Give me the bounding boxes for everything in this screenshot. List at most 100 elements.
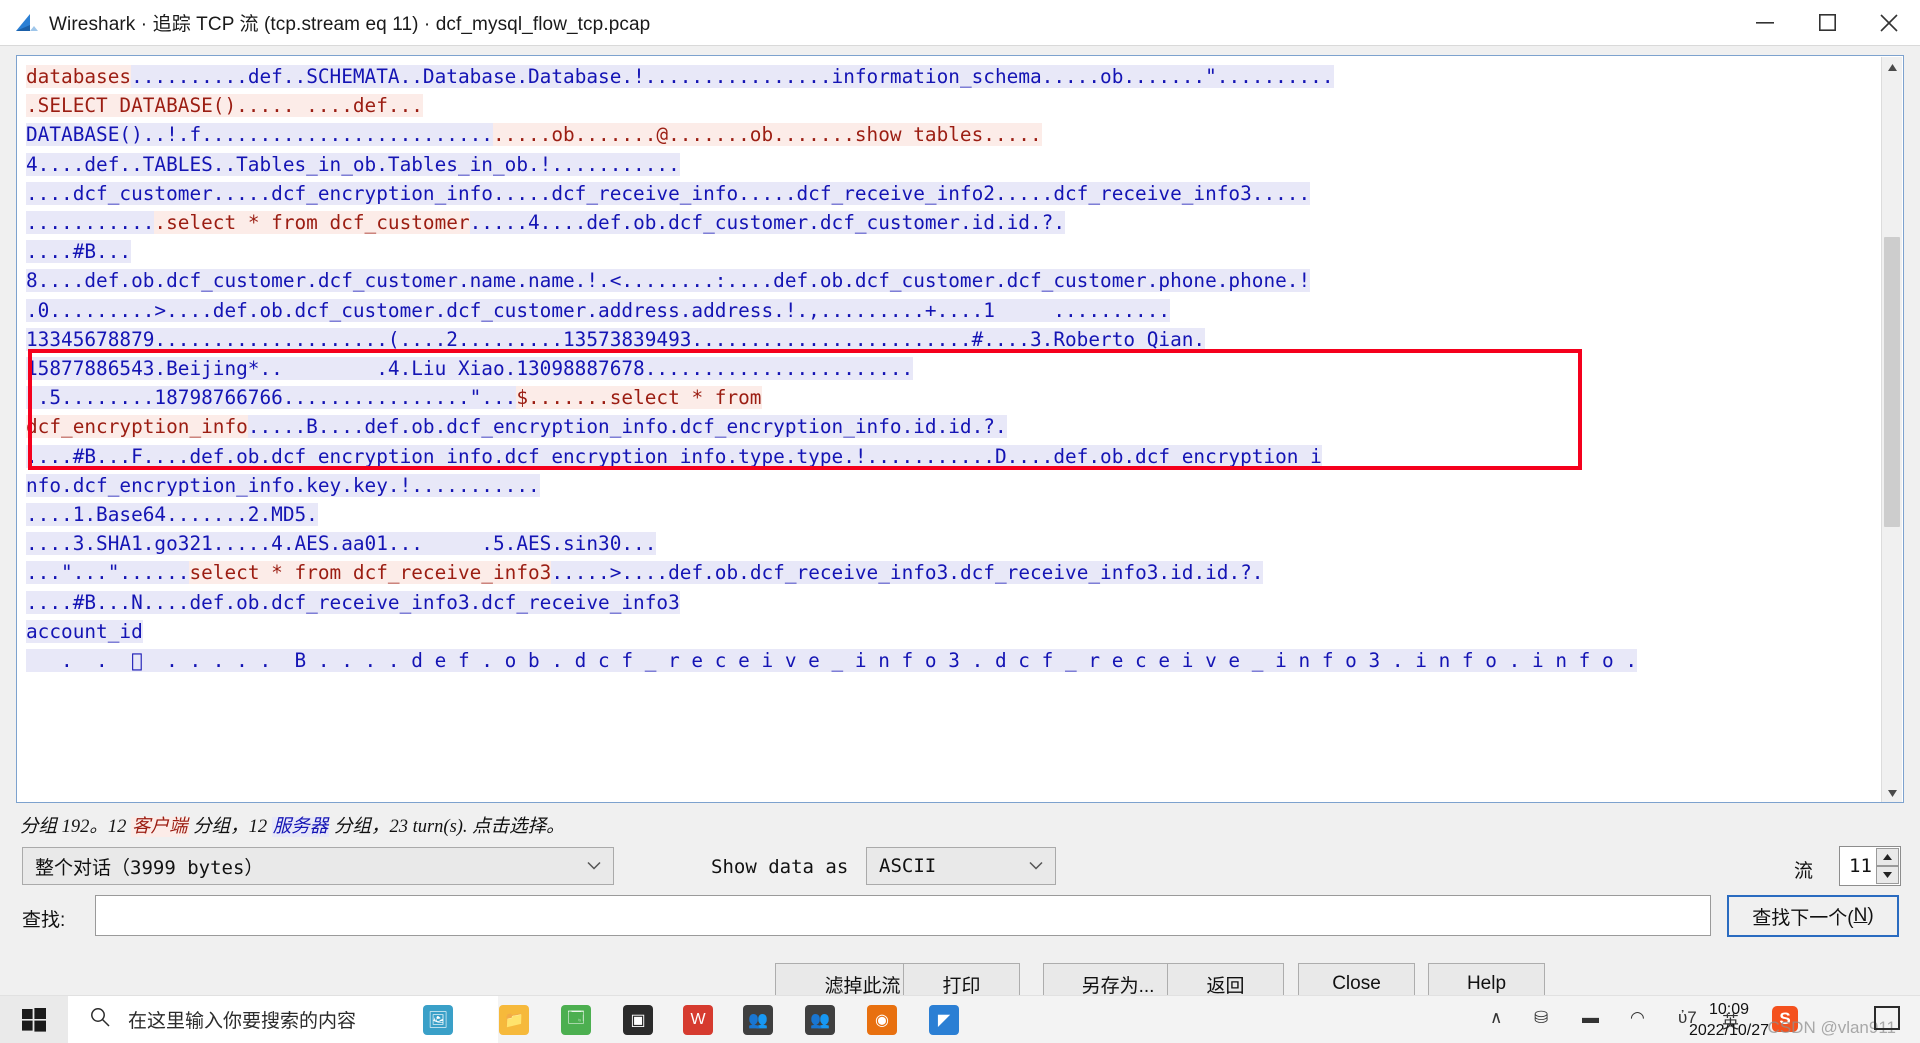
stream-line: ............select * from dcf_customer..… (26, 208, 1871, 237)
stream-line: ....3.SHA1.go321.....4.AES.aa01... .5.AE… (26, 529, 1871, 558)
stream-content-pane[interactable]: databases..........def..SCHEMATA..Databa… (16, 55, 1904, 803)
action-center-icon[interactable] (1874, 1006, 1900, 1030)
wps-icon[interactable]: W (672, 1000, 724, 1040)
stream-spinner-buttons (1876, 848, 1899, 884)
status-mid: 分组，12 (188, 817, 272, 837)
stream-pane-scrollbar[interactable] (1881, 57, 1902, 802)
stream-number-spinner[interactable]: 11 (1839, 846, 1901, 886)
terminal-icon[interactable]: ▣ (612, 1000, 664, 1040)
dialog-button-row: 滤掉此流 打印 另存为... 返回 Close Help (0, 963, 1920, 995)
users-icon[interactable]: 👥 (732, 1000, 784, 1040)
firefox-icon-glyph: ◉ (867, 1005, 897, 1035)
server-segment: 4....def..TABLES..Tables_in_ob.Tables_in… (26, 152, 680, 176)
client-segment: select * from dcf_receive_info3 (189, 561, 552, 585)
users2-icon-glyph: 👥 (805, 1005, 835, 1035)
terminal-icon-glyph: ▣ (623, 1005, 653, 1035)
stream-line: .SELECT DATABASE()..... ....def... (26, 91, 1871, 120)
find-row: 查找: 查找下一个(N) (0, 893, 1920, 943)
app-green-icon-glyph: 🗔 (561, 1005, 591, 1035)
windows-logo-icon[interactable] (0, 996, 68, 1043)
dialog-button[interactable]: 打印 (903, 963, 1020, 995)
stream-spinner-up-button[interactable] (1876, 848, 1899, 866)
server-segment: ....#B... (26, 240, 132, 264)
maximize-button[interactable] (1796, 0, 1858, 45)
show-hidden-icons-chevron[interactable]: ∧ (1490, 1008, 1502, 1028)
find-next-button[interactable]: 查找下一个(N) (1727, 895, 1899, 937)
conversation-select[interactable]: 整个对话（3999 bytes） (22, 847, 614, 885)
title-bar: Wireshark · 追踪 TCP 流 (tcp.stream eq 11) … (0, 0, 1920, 46)
plain-segment (423, 94, 680, 117)
server-segment: ....#B...N....def.ob.dcf_receive_info3.d… (26, 590, 680, 614)
wireshark-icon[interactable]: ◤ (918, 1000, 970, 1040)
stream-line: DATABASE()..!.f.........................… (26, 120, 1871, 149)
window-title: Wireshark · 追踪 TCP 流 (tcp.stream eq 11) … (49, 14, 651, 35)
stream-line: ....1.Base64.......2.MD5. (26, 500, 1871, 529)
app-green-icon[interactable]: 🗔 (550, 1000, 602, 1040)
server-segment: 13345678879....................(....2...… (26, 327, 1206, 351)
scroll-down-arrow-icon[interactable] (1882, 783, 1902, 802)
battery-icon[interactable]: ▬ (1582, 1008, 1599, 1028)
usb-device-icon[interactable]: ⛁ (1534, 1008, 1548, 1028)
stream-line: ....dcf_customer.....dcf_encryption_info… (26, 179, 1871, 208)
stream-line: ..."..."......select * from dcf_receive_… (26, 558, 1871, 587)
stream-line: databases..........def..SCHEMATA..Databa… (26, 62, 1871, 91)
status-suffix: 分组，23 turn(s). 点击选择。 (329, 817, 565, 837)
server-segment: ....1.Base64.......2.MD5. (26, 503, 318, 527)
show-data-as-label: Show data as (711, 856, 849, 878)
stream-status-text: 分组 192。12 客户端 分组，12 服务器 分组，23 turn(s). 点… (20, 812, 565, 838)
stream-spinner-down-button[interactable] (1876, 866, 1899, 884)
client-segment: .select * from dcf_customer (154, 211, 470, 235)
dialog-button[interactable]: Help (1428, 963, 1545, 995)
close-button[interactable] (1858, 0, 1920, 45)
client-segment: databases (26, 65, 132, 88)
stream-line: account_id (26, 617, 1871, 646)
server-segment: ..........def..SCHEMATA..Database.Databa… (131, 65, 1334, 88)
windows-taskbar: 在这里输入你要搜索的内容 🖼 📁 🗔 ▣ W 👥 👥 ◉ ◤ ∧ ⛁ ▬ ◠ ὐ7 英 S 10:09 20… (0, 995, 1920, 1043)
dialog-button[interactable]: 返回 (1167, 963, 1284, 995)
server-segment: 8....def.ob.dcf_customer.dcf_customer.na… (26, 269, 1311, 293)
stream-line: .0.........>....def.ob.dcf_customer.dcf_… (26, 296, 1871, 325)
stream-number-value: 11 (1849, 855, 1872, 877)
server-segment: ........... (26, 211, 155, 235)
server-segment: .0.........>....def.ob.dcf_customer.dcf_… (26, 298, 1171, 322)
server-segment: 15877886543.Beijing*.. .4.Liu Xiao.13098… (26, 357, 914, 381)
scrollbar-thumb[interactable] (1884, 237, 1900, 527)
users-icon-glyph: 👥 (743, 1005, 773, 1035)
users2-icon[interactable]: 👥 (794, 1000, 846, 1040)
taskbar-search-placeholder: 在这里输入你要搜索的内容 (128, 1011, 357, 1032)
server-segment: .....>....def.ob.dcf_receive_info3.dcf_r… (551, 561, 1264, 585)
minimize-button[interactable] (1734, 0, 1796, 45)
scroll-up-arrow-icon[interactable] (1882, 57, 1902, 77)
firefox-icon[interactable]: ◉ (856, 1000, 908, 1040)
chevron-down-icon (587, 859, 601, 874)
dialog-button[interactable]: Close (1298, 963, 1415, 995)
status-prefix: 分组 192。12 (20, 817, 132, 837)
stream-line: 13345678879....................(....2...… (26, 325, 1871, 354)
server-segment: account_id (26, 619, 143, 643)
wireshark-follow-tcp-stream-window: Wireshark · 追踪 TCP 流 (tcp.stream eq 11) … (0, 0, 1920, 995)
stream-text[interactable]: databases..........def..SCHEMATA..Databa… (26, 62, 1871, 675)
find-next-prefix: 查找下一个( (1752, 907, 1854, 929)
wifi-icon[interactable]: ◠ (1630, 1008, 1645, 1028)
status-server-word: 服务器 (271, 817, 330, 837)
client-segment: .SELECT DATABASE()..... ....def... (26, 94, 423, 118)
stream-line: .5........18798766766................"..… (26, 383, 1871, 412)
server-segment: DATABASE()..!.f......................... (26, 123, 493, 147)
show-data-as-select[interactable]: ASCII (866, 847, 1056, 885)
find-input[interactable] (95, 895, 1711, 936)
client-segment: .....ob.......@.......ob.......show tabl… (492, 123, 1042, 147)
stream-line: ....#B...N....def.ob.dcf_receive_info3.d… (26, 588, 1871, 617)
stream-line: . .   . . . . . B . . . . d e f . o b . … (26, 646, 1871, 675)
file-explorer-icon[interactable]: 📁 (488, 1000, 540, 1040)
server-segment: ..."..."...... (26, 561, 190, 585)
server-segment: .....B....def.ob.dcf_encryption_info.dcf… (247, 415, 1007, 439)
conversation-select-value: 整个对话（3999 bytes） (35, 856, 264, 879)
server-segment: ....#B...F....def.ob.dcf_encryption_info… (26, 444, 1322, 468)
photos-icon[interactable]: 🖼 (412, 1000, 464, 1040)
stream-line: ....#B...F....def.ob.dcf_encryption_info… (26, 442, 1871, 471)
stream-controls-row: 整个对话（3999 bytes） Show data as ASCII 流 11 (0, 843, 1920, 891)
wireshark-icon-glyph: ◤ (929, 1005, 959, 1035)
find-next-suffix: ) (1867, 905, 1874, 926)
find-next-accel: N (1853, 905, 1868, 926)
stream-line: dcf_encryption_info.....B....def.ob.dcf_… (26, 412, 1871, 441)
